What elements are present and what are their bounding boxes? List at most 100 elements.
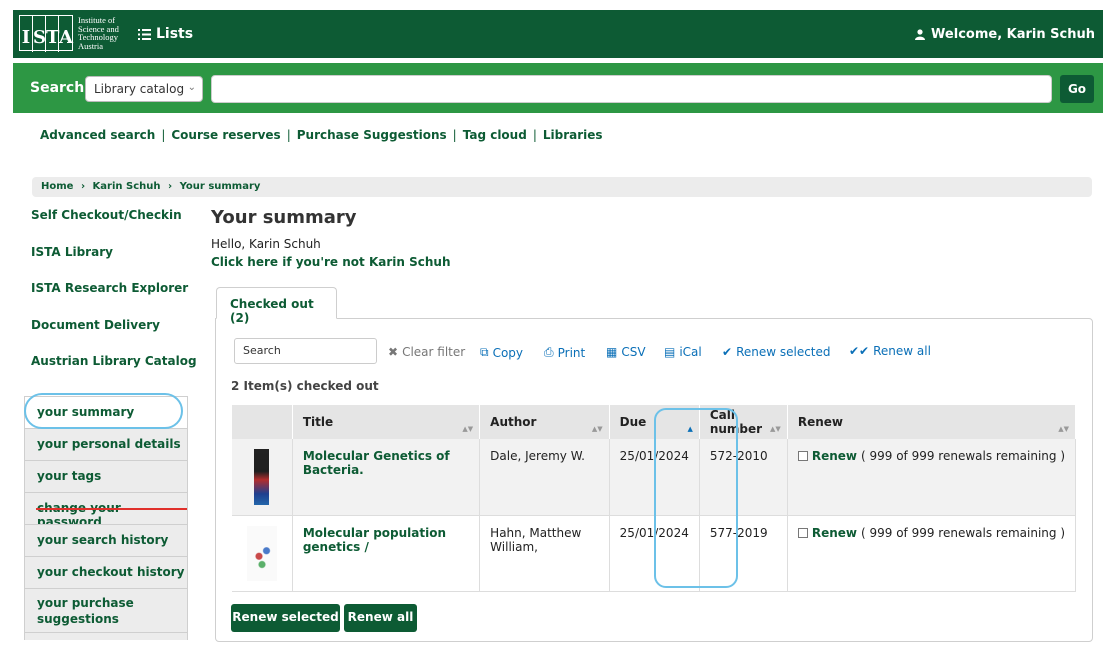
- book-cover-image[interactable]: [254, 449, 270, 505]
- breadcrumb-current[interactable]: Your summary: [180, 181, 261, 192]
- cover-cell: [232, 515, 293, 592]
- top-header: I S T A Institute of Science and Technol…: [13, 10, 1103, 58]
- welcome-user[interactable]: Welcome, Karin Schuh: [915, 27, 1095, 42]
- chevron-down-icon: ⌄: [187, 82, 196, 93]
- title-cell: Molecular population genetics /: [292, 515, 481, 592]
- breadcrumb-user[interactable]: Karin Schuh: [93, 181, 161, 192]
- table-icon: ▦: [606, 345, 618, 359]
- top-nav-links: Advanced search | Course reserves | Purc…: [40, 128, 603, 142]
- breadcrumb-home[interactable]: Home: [41, 181, 73, 192]
- menu-label: your personal details: [37, 437, 181, 451]
- sort-ascending-icon: ▲: [687, 425, 693, 433]
- col-due[interactable]: Due ▲: [609, 405, 700, 439]
- table-filter-input[interactable]: Search: [234, 338, 377, 364]
- nav-tag-cloud[interactable]: Tag cloud: [463, 128, 527, 142]
- logo-letter: I: [20, 16, 33, 52]
- clear-filter-button[interactable]: ✖ Clear filter: [388, 345, 465, 359]
- menu-label: your summary: [37, 405, 135, 419]
- sidebar-link-ista-library[interactable]: ISTA Library: [31, 245, 113, 259]
- title-link[interactable]: Molecular population genetics /: [303, 526, 446, 554]
- go-button[interactable]: Go: [1060, 75, 1094, 103]
- not-you-link[interactable]: Click here if you're not Karin Schuh: [211, 255, 450, 269]
- chevron-right-icon: ›: [167, 181, 173, 192]
- col-renew[interactable]: Renew ▲▼: [787, 405, 1077, 439]
- cover-cell: [232, 439, 293, 516]
- table-row: Molecular Genetics of Bacteria. Dale, Je…: [232, 439, 1077, 516]
- chevron-right-icon: ›: [80, 181, 86, 192]
- nav-purchase-suggestions[interactable]: Purchase Suggestions: [297, 128, 447, 142]
- page-title: Your summary: [211, 207, 357, 228]
- title-cell: Molecular Genetics of Bacteria.: [292, 439, 481, 516]
- menu-checkout-history[interactable]: your checkout history: [24, 556, 188, 588]
- nav-advanced-search[interactable]: Advanced search: [40, 128, 155, 142]
- menu-purchase-suggestions[interactable]: your purchase suggestions: [24, 588, 188, 632]
- clear-filter-label: Clear filter: [402, 345, 466, 359]
- logo-letter: S: [33, 16, 46, 52]
- checkouts-table: Title ▲▼ Author ▲▼ Due ▲ Call number ▲▼ Rene…: [232, 405, 1077, 592]
- sort-icon: ▲▼: [591, 425, 603, 433]
- renew-all-label: Renew all: [873, 344, 931, 358]
- logo-letter: T: [46, 16, 59, 52]
- menu-change-password[interactable]: change your password: [24, 492, 188, 529]
- col-author-label: Author: [490, 415, 537, 429]
- book-cover-image[interactable]: [246, 526, 277, 581]
- menu-label: your tags: [37, 469, 102, 483]
- due-cell: 25/01/2024: [609, 439, 700, 516]
- renewals-remaining: ( 999 of 999 renewals remaining ): [860, 449, 1065, 463]
- search-label: Search: [30, 80, 85, 96]
- renew-selected-button[interactable]: Renew selected: [231, 604, 340, 632]
- logo-letter: A: [59, 27, 73, 48]
- calendar-icon: ▤: [664, 345, 676, 359]
- copy-icon: ⧉: [480, 345, 489, 359]
- sidebar-link-document-delivery[interactable]: Document Delivery: [31, 318, 160, 332]
- lists-menu[interactable]: Lists: [138, 26, 193, 42]
- menu-your-summary[interactable]: your summary: [24, 396, 188, 428]
- renew-link[interactable]: Renew: [812, 526, 857, 540]
- sidebar-link-austrian-catalog[interactable]: Austrian Library Catalog: [31, 354, 197, 368]
- print-icon: ⎙: [544, 345, 554, 359]
- renew-all-button[interactable]: Renew all: [344, 604, 417, 632]
- sidebar-link-self-checkout[interactable]: Self Checkout/Checkin: [31, 208, 182, 222]
- ical-label: iCal: [679, 345, 702, 359]
- print-button[interactable]: ⎙ Print: [544, 345, 585, 360]
- logo-letters: I S T A: [19, 15, 73, 52]
- breadcrumb: Home › Karin Schuh › Your summary: [32, 177, 1092, 197]
- renew-selected-link[interactable]: ✔ Renew selected: [722, 345, 831, 359]
- nav-course-reserves[interactable]: Course reserves: [171, 128, 280, 142]
- renewals-remaining: ( 999 of 999 renewals remaining ): [860, 526, 1065, 540]
- user-menu: your summary your personal details your …: [24, 396, 188, 640]
- copy-label: Copy: [492, 345, 524, 360]
- author-cell: Hahn, Matthew William,: [479, 515, 610, 592]
- renew-checkbox[interactable]: [797, 451, 808, 461]
- nav-libraries[interactable]: Libraries: [543, 128, 603, 142]
- renew-all-link[interactable]: ✔✔ Renew all: [849, 344, 931, 358]
- ical-button[interactable]: ▤ iCal: [664, 345, 702, 359]
- sort-icon: ▲▼: [770, 425, 781, 433]
- close-icon: ✖: [388, 345, 399, 359]
- separator: |: [286, 128, 291, 142]
- menu-label: your purchase suggestions: [37, 596, 134, 626]
- double-check-icon: ✔✔: [849, 344, 870, 358]
- title-link[interactable]: Molecular Genetics of Bacteria.: [303, 449, 450, 477]
- menu-search-history[interactable]: your search history: [24, 524, 188, 556]
- col-author[interactable]: Author ▲▼: [479, 405, 610, 439]
- search-scope-select[interactable]: Library catalog ⌄: [85, 76, 203, 102]
- copy-button[interactable]: ⧉ Copy: [480, 345, 523, 360]
- col-call-number[interactable]: Call number ▲▼: [699, 405, 788, 439]
- tab-checked-out[interactable]: Checked out (2): [216, 287, 337, 325]
- col-title[interactable]: Title ▲▼: [292, 405, 481, 439]
- menu-personal-details[interactable]: your personal details: [24, 428, 188, 460]
- sidebar-link-research-explorer[interactable]: ISTA Research Explorer: [31, 281, 188, 295]
- renew-link[interactable]: Renew: [812, 449, 857, 463]
- table-header-row: Title ▲▼ Author ▲▼ Due ▲ Call number ▲▼ Rene…: [232, 405, 1077, 439]
- search-input[interactable]: [211, 75, 1052, 103]
- user-icon: [915, 29, 926, 40]
- renew-checkbox[interactable]: [797, 528, 808, 538]
- ista-logo[interactable]: I S T A Institute of Science and Technol…: [19, 15, 119, 52]
- menu-label: your checkout history: [37, 565, 185, 579]
- col-renew-label: Renew: [797, 415, 843, 429]
- csv-button[interactable]: ▦ CSV: [606, 345, 646, 359]
- items-count: 2 Item(s) checked out: [231, 379, 379, 393]
- list-icon: [138, 28, 151, 40]
- menu-your-tags[interactable]: your tags: [24, 460, 188, 492]
